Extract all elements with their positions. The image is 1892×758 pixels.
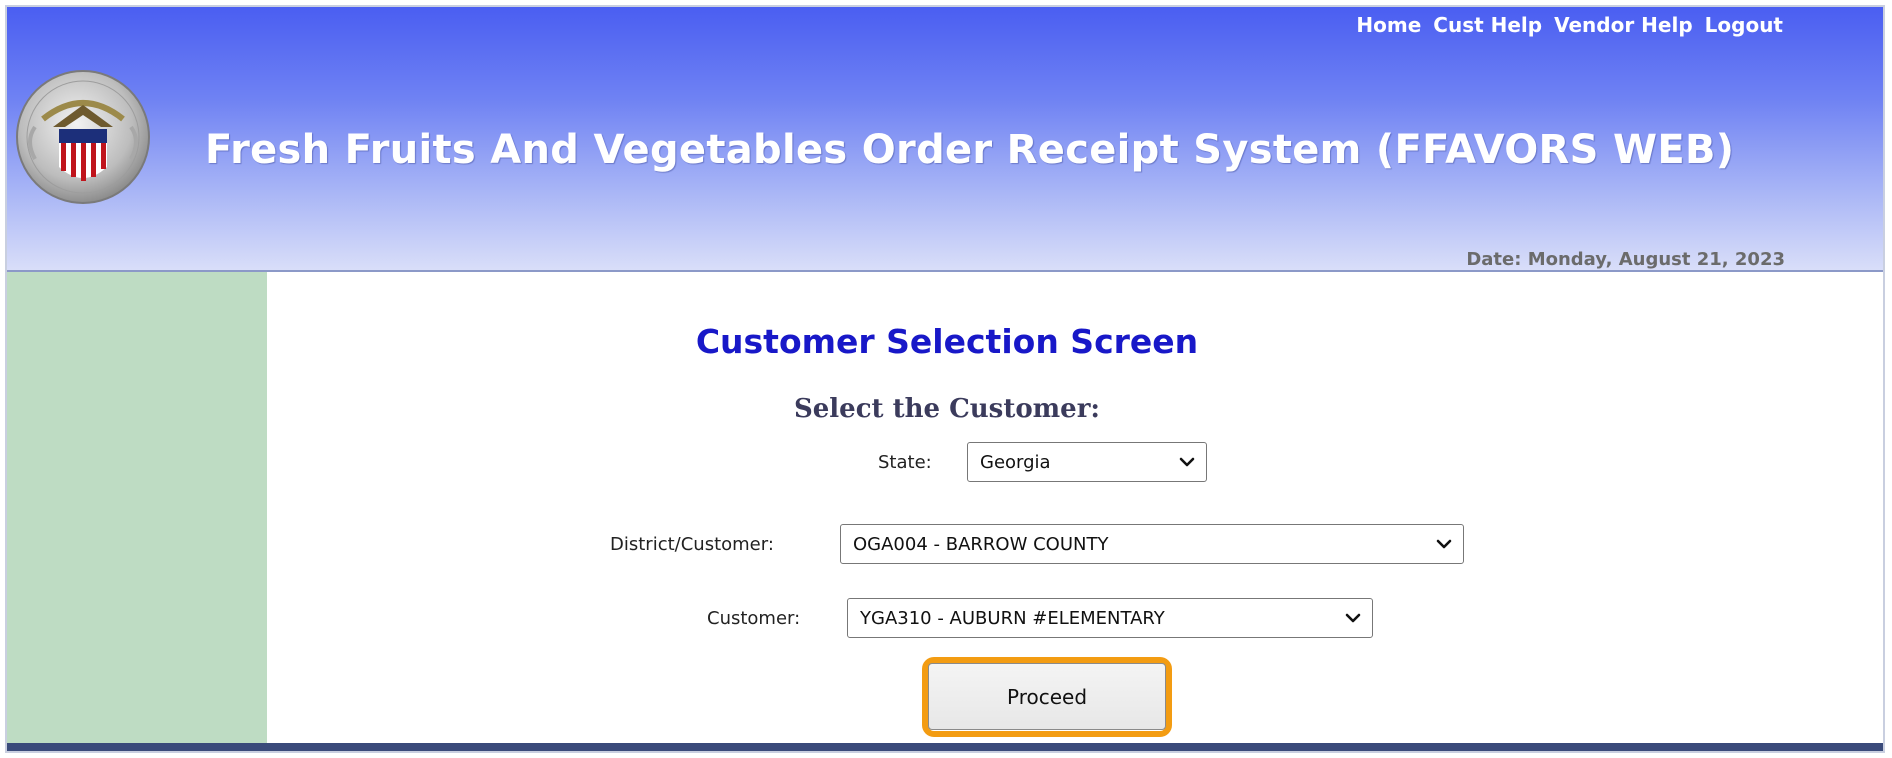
customer-label: Customer: xyxy=(707,608,801,629)
state-label: State: xyxy=(878,452,932,473)
chevron-down-icon xyxy=(1179,457,1195,467)
page-frame: Home Cust Help Vendor Help Logout Fresh … xyxy=(5,5,1885,753)
customer-select[interactable]: YGA310 - AUBURN #ELEMENTARY xyxy=(847,598,1373,638)
nav-home-link[interactable]: Home xyxy=(1356,13,1421,37)
district-customer-select-value: OGA004 - BARROW COUNTY xyxy=(853,533,1109,555)
select-customer-heading: Select the Customer: xyxy=(793,394,1101,424)
state-select-value: Georgia xyxy=(980,451,1051,473)
proceed-button[interactable]: Proceed xyxy=(928,663,1166,730)
nav-logout-link[interactable]: Logout xyxy=(1705,13,1783,37)
customer-select-value: YGA310 - AUBURN #ELEMENTARY xyxy=(860,607,1165,629)
app-title: Fresh Fruits And Vegetables Order Receip… xyxy=(205,127,1735,173)
header: Home Cust Help Vendor Help Logout Fresh … xyxy=(7,7,1883,272)
nav-cust-help-link[interactable]: Cust Help xyxy=(1433,13,1542,37)
page-title: Customer Selection Screen xyxy=(695,322,1199,361)
department-seal-icon xyxy=(16,70,150,204)
top-nav: Home Cust Help Vendor Help Logout xyxy=(1356,13,1783,37)
footer-bar xyxy=(7,743,1883,751)
left-sidebar xyxy=(7,272,267,751)
nav-vendor-help-link[interactable]: Vendor Help xyxy=(1554,13,1693,37)
main-content: Customer Selection Screen Select the Cus… xyxy=(267,272,1883,751)
state-select[interactable]: Georgia xyxy=(967,442,1207,482)
district-customer-label: District/Customer: xyxy=(610,534,774,555)
chevron-down-icon xyxy=(1436,539,1452,549)
chevron-down-icon xyxy=(1345,613,1361,623)
district-customer-select[interactable]: OGA004 - BARROW COUNTY xyxy=(840,524,1464,564)
current-date: Date: Monday, August 21, 2023 xyxy=(1466,249,1785,270)
